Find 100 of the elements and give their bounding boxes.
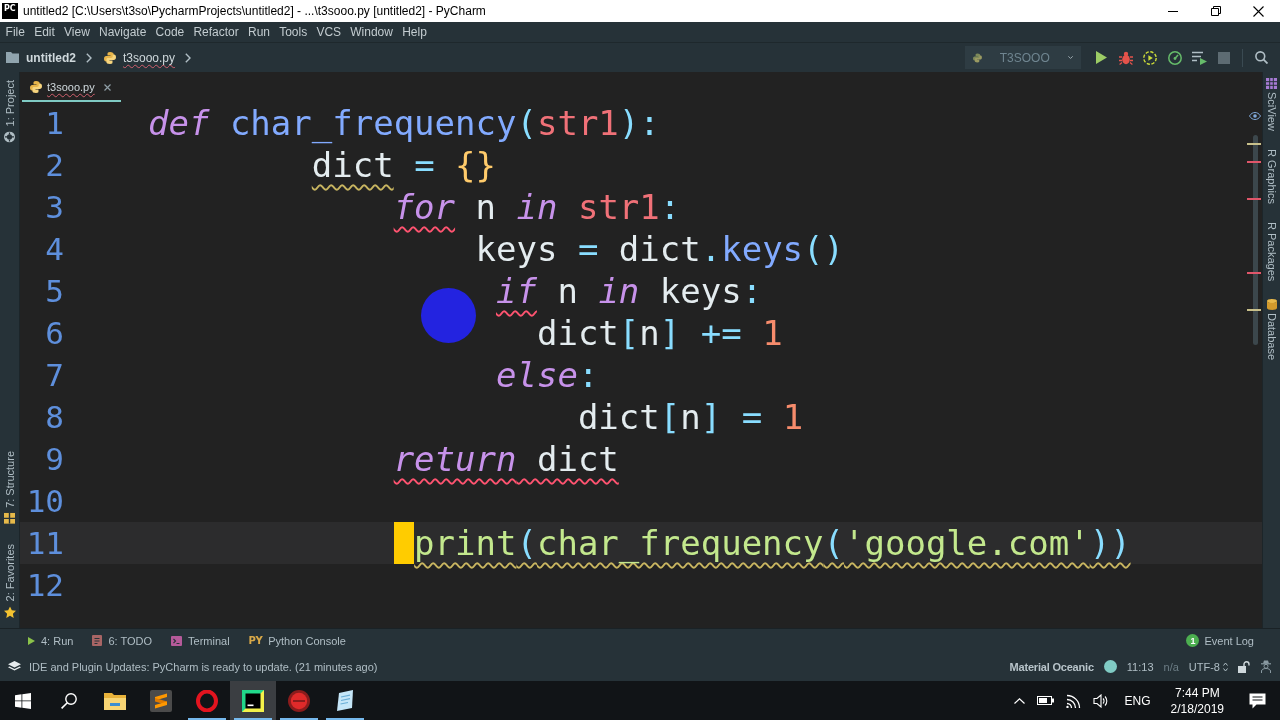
minimize-icon [1167,10,1178,12]
line-number: 1 [44,105,64,141]
layers-icon [8,661,21,672]
tool-window-tab[interactable]: R Graphics [1265,148,1278,204]
line-number: 8 [44,399,64,435]
unlocked-icon[interactable] [1238,660,1250,673]
code-line: dict[n] += 1 [536,313,783,353]
clock-date[interactable]: 2/18/2019 [1170,700,1224,717]
scrollbar-thumb[interactable] [1253,135,1258,345]
eye-icon[interactable] [1249,112,1261,120]
theme-indicator-icon [1103,660,1117,673]
play-circle-icon [1143,50,1158,65]
clock-time[interactable]: 7:44 PM [1174,684,1220,701]
gauge-icon [1167,50,1182,65]
tool-window-button[interactable]: Terminal [171,634,230,647]
stop-icon [1218,51,1231,64]
editor-tab[interactable]: t3sooo.py [22,72,121,102]
code-line: else: [496,355,599,395]
breadcrumb[interactable]: untitled2 [6,50,76,65]
menu-item[interactable]: Refactor [188,22,244,42]
line-number: 9 [44,441,64,477]
menu-item[interactable]: Run [243,22,275,42]
chevron-icon [86,52,92,63]
status-message: IDE and Plugin Updates: PyCharm is ready to update. (21 minutes ago) [29,660,378,673]
window-title: untitled2 [C:\Users\t3so\PycharmProjects\untitled2] - ...\t3sooo.py [untitled2] - PyCharm [23,4,487,18]
line-number: 4 [44,231,64,267]
battery-icon [1036,696,1054,705]
up-down-icon [1223,661,1228,672]
menu-item[interactable]: Tools [274,22,312,42]
search-icon [61,692,77,709]
menu-item[interactable]: Help [397,22,432,42]
gear-circle-icon [4,131,15,143]
tool-window-tab[interactable]: 2: Favorites [3,543,16,618]
line-number: 2 [44,147,64,183]
menu-item[interactable]: Code [150,22,189,42]
close-icon [1253,5,1264,17]
chevron-icon [185,52,192,63]
note-icon [335,690,355,711]
ide-icon [242,689,264,712]
line-number: 7 [44,357,64,393]
star-icon [3,606,16,618]
ring-icon [196,689,218,712]
line-number: 3 [44,189,64,225]
code-line: for n in str1: [393,187,681,227]
notification-icon [1248,692,1266,709]
code-line: dict[n] = 1 [577,397,804,437]
cursor-highlight-icon [421,288,476,343]
python-file-icon [104,51,116,64]
folder-icon [104,691,126,710]
line-number: 6 [44,315,64,351]
search-icon [1255,51,1269,64]
encoding-selector[interactable]: UTF-8 [1188,660,1228,673]
menu-item[interactable]: Navigate [94,22,151,42]
taskbar-button[interactable] [230,681,276,720]
structure-icon [4,512,15,524]
start-icon [15,692,31,709]
bug-icon [1118,50,1133,65]
volume-icon [1092,693,1109,708]
inspector-icon[interactable] [1260,660,1272,673]
line-number: 10 [25,483,64,519]
todo-icon [92,635,103,646]
breadcrumb[interactable]: t3sooo.py [104,50,176,65]
play-icon [28,636,35,645]
code-line: print(char_frequency('google.com')) [414,523,1131,563]
grid-icon [1266,78,1277,89]
tool-window-tab[interactable]: Database [1265,299,1278,361]
code-line: return dict [393,439,619,479]
code-line: keys = dict.keys() [475,229,845,269]
app-logo: PC [2,3,18,19]
line-number: 5 [44,273,64,309]
tool-window-tab[interactable]: 7: Structure [3,450,16,524]
tool-window-tab[interactable]: R Packages [1265,221,1278,282]
dropdown-caret-icon [1067,55,1073,60]
notification-count: 1 [1186,634,1200,647]
record-icon [288,689,310,712]
tool-window-tab[interactable]: 1: Project [3,80,16,143]
line-number: 11 [25,525,64,561]
close-icon[interactable] [103,83,111,91]
wifi-icon [1065,693,1081,708]
tool-window-button[interactable]: 6: TODO [92,634,153,647]
chevron-up-icon [1013,697,1025,704]
play-icon [1095,51,1107,64]
caret-position[interactable]: 11:13 [1126,660,1154,673]
tool-window-button[interactable]: 4: Run [28,634,74,647]
line-number: 12 [25,567,64,603]
menu-item[interactable]: File [1,22,30,42]
tool-window-tab[interactable]: SciView [1265,78,1278,131]
menu-item[interactable]: View [59,22,95,42]
database-icon [1266,299,1277,311]
restore-icon [1210,6,1221,16]
event-log-button[interactable]: 1 Event Log [1186,634,1254,647]
folder-icon [6,52,19,63]
code-line: if n in keys: [496,271,763,311]
warning-mark-icon [1247,142,1261,145]
menu-item[interactable]: VCS [311,22,346,42]
code-line: def char_frequency(str1): [148,103,660,143]
menu-item[interactable]: Window [345,22,398,42]
theme-name[interactable]: Material Oceanic [1009,660,1094,673]
menu-item[interactable]: Edit [29,22,60,42]
language-indicator[interactable]: ENG [1114,681,1161,720]
